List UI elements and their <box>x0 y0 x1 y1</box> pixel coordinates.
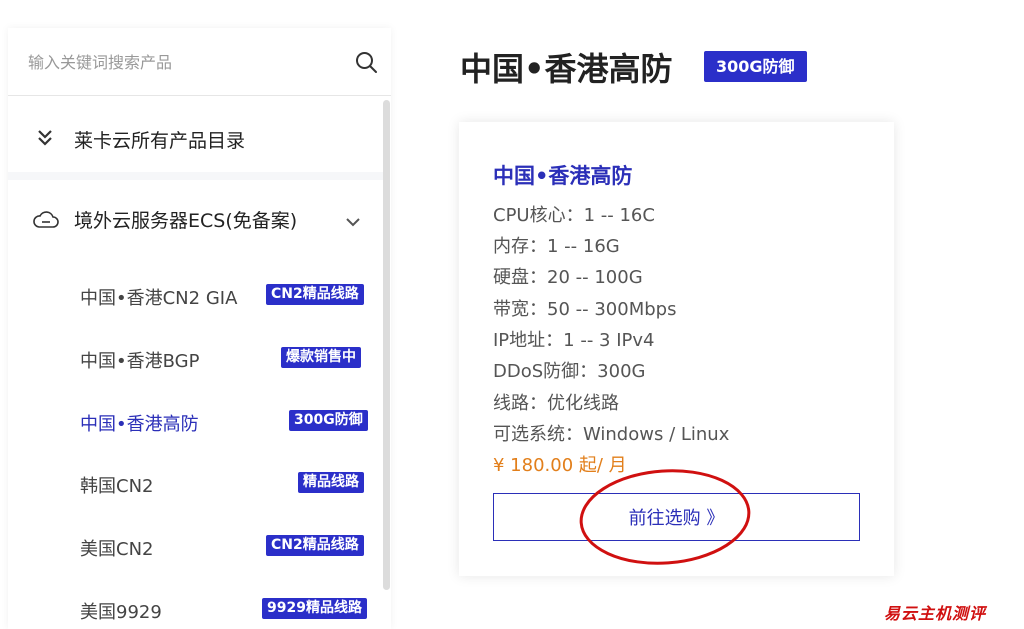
title-badge: 300G防御 <box>704 51 807 82</box>
sidebar-item-label: 美国CN2 <box>80 539 154 560</box>
search-icon[interactable] <box>354 50 378 74</box>
sidebar-item-badge: 300G防御 <box>289 410 368 431</box>
sidebar-item-kr-cn2[interactable]: 韩国CN2 精品线路 <box>8 454 384 516</box>
watermark: 易云主机测评 <box>884 604 987 623</box>
spec-disk: 硬盘：20 -- 100G <box>493 267 643 288</box>
sidebar-item-label: 中国•香港CN2 GIA <box>80 288 238 309</box>
sidebar-item-badge: 9929精品线路 <box>262 598 367 619</box>
sidebar: 莱卡云所有产品目录 境外云服务器ECS(免备案) 中国•香港CN2 GIA CN… <box>8 28 391 629</box>
catalog-toggle[interactable]: 莱卡云所有产品目录 <box>8 96 384 180</box>
sidebar-item-label: 美国9929 <box>80 602 162 623</box>
sidebar-item-badge: 精品线路 <box>298 472 364 493</box>
sidebar-item-hk-bgp[interactable]: 中国•香港BGP 爆款销售中 <box>8 329 384 391</box>
sidebar-item-us-cn2[interactable]: 美国CN2 CN2精品线路 <box>8 517 384 579</box>
sidebar-item-hk-cn2-gia[interactable]: 中国•香港CN2 GIA CN2精品线路 <box>8 266 384 328</box>
chevron-down-icon[interactable] <box>345 216 361 228</box>
spec-ip: IP地址：1 -- 3 IPv4 <box>493 330 655 351</box>
search-bar <box>8 28 391 96</box>
sidebar-item-hk-ddos[interactable]: 中国•香港高防 300G防御 <box>8 392 384 454</box>
group-label[interactable]: 境外云服务器ECS(免备案) <box>74 206 297 233</box>
product-card: 中国•香港高防 CPU核心：1 -- 16C 内存：1 -- 16G 硬盘：20… <box>459 122 894 576</box>
product-group-ecs: 境外云服务器ECS(免备案) 中国•香港CN2 GIA CN2精品线路 中国•香… <box>8 188 384 629</box>
sidebar-item-label: 中国•香港高防 <box>80 414 199 435</box>
sidebar-item-badge: CN2精品线路 <box>266 535 364 556</box>
sidebar-item-badge: CN2精品线路 <box>266 284 364 305</box>
search-input[interactable] <box>28 50 348 74</box>
double-chevron-down-icon <box>38 130 52 146</box>
sidebar-item-label: 中国•香港BGP <box>80 351 200 372</box>
sidebar-scrollbar[interactable] <box>383 100 390 590</box>
card-title: 中国•香港高防 <box>493 164 633 188</box>
catalog-label: 莱卡云所有产品目录 <box>74 130 246 152</box>
spec-line: 线路：优化线路 <box>493 393 619 414</box>
cloud-icon <box>33 211 59 228</box>
spec-os: 可选系统：Windows / Linux <box>493 424 730 445</box>
sidebar-item-label: 韩国CN2 <box>80 476 154 497</box>
spec-bandwidth: 带宽：50 -- 300Mbps <box>493 299 677 320</box>
buy-button[interactable]: 前往选购 》 <box>493 493 860 541</box>
price: ¥ 180.00 起/ 月 <box>493 455 627 476</box>
page-title: 中国•香港高防 <box>460 50 673 88</box>
spec-cpu: CPU核心：1 -- 16C <box>493 205 655 226</box>
sidebar-item-badge: 爆款销售中 <box>281 347 361 368</box>
spec-memory: 内存：1 -- 16G <box>493 236 620 257</box>
spec-ddos: DDoS防御：300G <box>493 361 646 382</box>
sidebar-item-us-9929[interactable]: 美国9929 9929精品线路 <box>8 580 384 629</box>
